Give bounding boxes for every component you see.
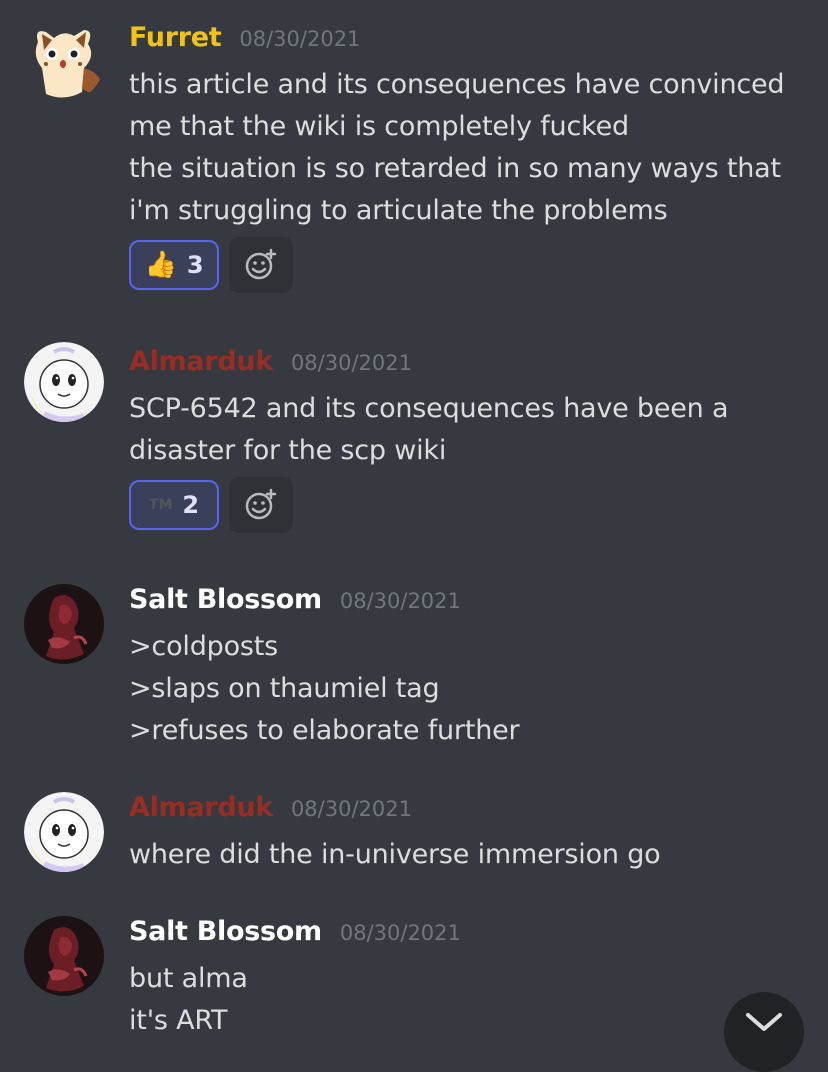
username[interactable]: Almarduk xyxy=(129,346,273,377)
chevron-down-icon xyxy=(746,1013,782,1031)
reaction-thumbs-up[interactable]: 👍 3 xyxy=(129,240,219,290)
message-text: i'm struggling to articulate the problem… xyxy=(129,195,668,226)
add-reaction-button[interactable] xyxy=(229,237,293,293)
message-text: >slaps on thaumiel tag xyxy=(129,673,440,704)
username[interactable]: Furret xyxy=(129,22,222,53)
tm-emoji-icon: TM xyxy=(148,497,173,513)
add-reaction-icon xyxy=(245,488,277,520)
message-text: this article and its consequences have c… xyxy=(129,69,785,100)
username[interactable]: Almarduk xyxy=(129,792,273,823)
reaction-count: 3 xyxy=(186,251,204,279)
salt-blossom-avatar[interactable] xyxy=(24,916,104,996)
username[interactable]: Salt Blossom xyxy=(129,916,322,947)
message-text: it's ART xyxy=(129,1005,228,1036)
timestamp: 08/30/2021 xyxy=(339,589,461,613)
add-reaction-icon xyxy=(245,248,277,280)
furret-avatar[interactable] xyxy=(24,22,104,102)
message-text: but alma xyxy=(129,963,248,994)
timestamp: 08/30/2021 xyxy=(239,27,361,51)
jump-to-bottom-button[interactable] xyxy=(724,992,804,1072)
thumbs-up-icon: 👍 xyxy=(144,250,177,280)
reaction-tm[interactable]: TM 2 xyxy=(129,480,219,530)
message-text: where did the in-universe immersion go xyxy=(129,839,661,870)
reaction-count: 2 xyxy=(182,491,200,519)
message-text: the situation is so retarded in so many … xyxy=(129,153,781,184)
timestamp: 08/30/2021 xyxy=(290,351,412,375)
almarduk-avatar[interactable] xyxy=(24,342,104,422)
message-text: >refuses to elaborate further xyxy=(129,715,520,746)
message-text: >coldposts xyxy=(129,631,279,662)
username[interactable]: Salt Blossom xyxy=(129,584,322,615)
timestamp: 08/30/2021 xyxy=(290,797,412,821)
add-reaction-button[interactable] xyxy=(229,477,293,533)
message-text: disaster for the scp wiki xyxy=(129,435,447,466)
salt-blossom-avatar[interactable] xyxy=(24,584,104,664)
message-text: SCP-6542 and its consequences have been … xyxy=(129,393,729,424)
timestamp: 08/30/2021 xyxy=(339,921,461,945)
almarduk-avatar[interactable] xyxy=(24,792,104,872)
message-text: me that the wiki is completely fucked xyxy=(129,111,629,142)
